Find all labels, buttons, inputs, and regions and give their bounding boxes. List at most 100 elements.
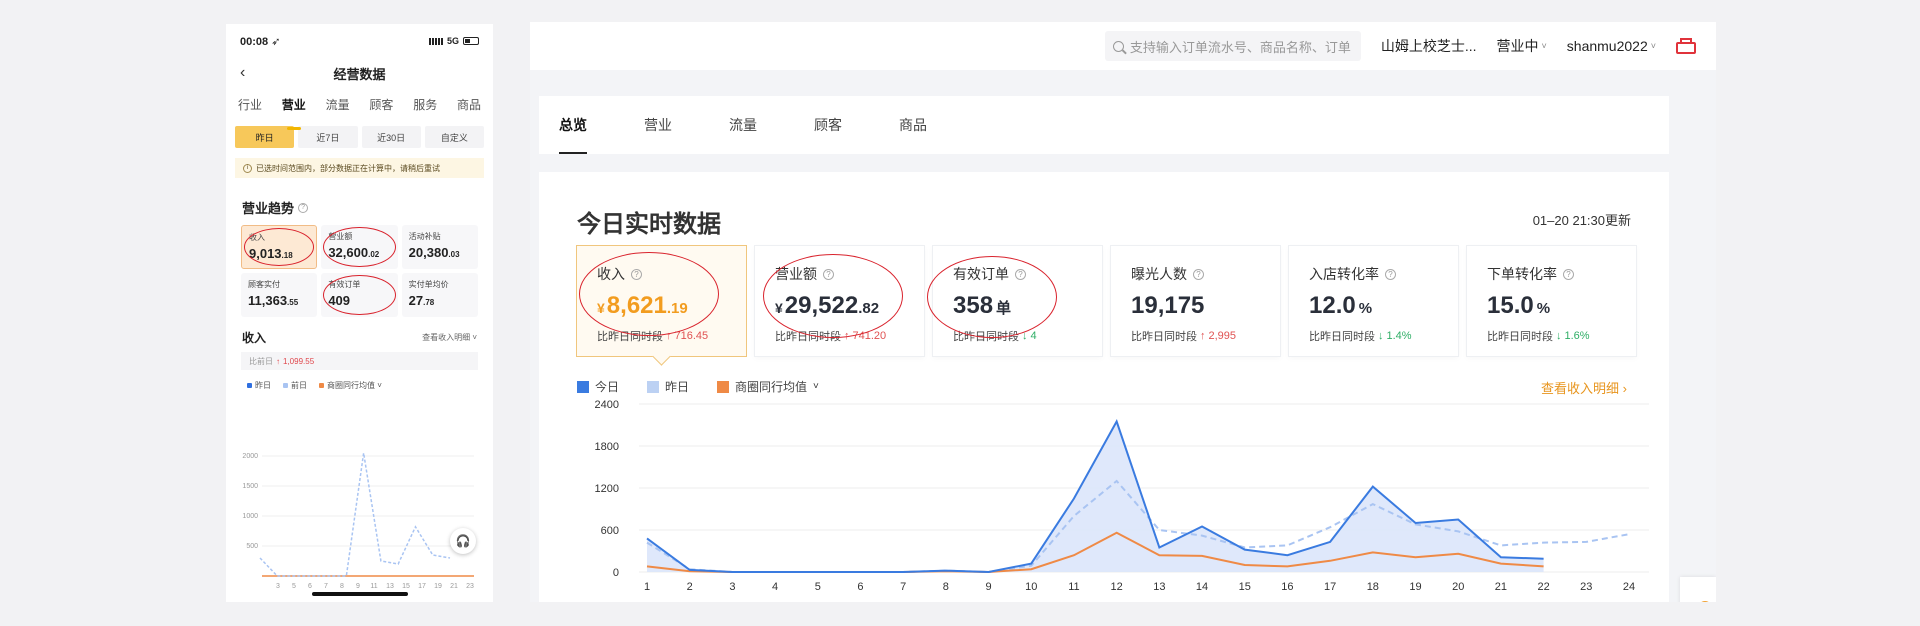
legend-peer-average[interactable]: 商圈同行均值 ˅ <box>319 380 382 391</box>
phone-screen: 00:08 ➶ 5G ‹ 经营数据 行业 营业 流量 顾客 服务 商品 昨日 近… <box>226 24 493 602</box>
metric-card-valid-orders[interactable]: 有效订单 409 <box>321 273 398 317</box>
y-tick-label: 2000 <box>242 453 258 460</box>
chevron-down-icon: ˅ <box>1541 41 1547 51</box>
tab-traffic[interactable]: 流量 <box>326 96 350 122</box>
x-tick-label: 6 <box>308 583 312 590</box>
red-circle-annotation <box>323 275 396 315</box>
metric-card-avg-price[interactable]: 实付单均价 27.78 <box>401 273 478 317</box>
tab-business[interactable]: 营业 <box>282 96 306 130</box>
main-tabs: 总览 营业 流量 顾客 商品 <box>539 96 1669 154</box>
search-icon <box>1112 40 1124 52</box>
metric-card-turnover[interactable]: 营业额 32,600.02 <box>321 225 398 269</box>
series-line-day-before <box>259 452 451 577</box>
metric-card-exposure[interactable]: 曝光人数? 19,175 比昨日同时段 ↑ 2,995 <box>1111 246 1280 356</box>
x-tick-label: 14 <box>1196 581 1208 593</box>
metric-card-order-conversion[interactable]: 下单转化率? 15.0% 比昨日同时段 ↓ 1.6% <box>1467 246 1636 356</box>
x-tick-label: 7 <box>900 581 906 593</box>
x-tick-label: 7 <box>324 583 328 590</box>
x-tick-label: 19 <box>1409 581 1421 593</box>
customer-service-icon[interactable]: 🎧 <box>450 528 476 554</box>
range-custom[interactable]: 自定义 <box>424 126 484 148</box>
x-tick-label: 3 <box>276 583 280 590</box>
trend-title: 营业趋势 <box>242 201 295 216</box>
range-7-days[interactable]: 近7日 <box>298 126 358 148</box>
date-range-selector: 昨日 近7日 近30日 自定义 <box>226 122 493 152</box>
panel-title: 今日实时数据 <box>577 211 721 238</box>
range-yesterday[interactable]: 昨日 <box>235 126 295 148</box>
legend-yesterday[interactable]: 昨日 <box>247 380 271 391</box>
x-tick-label: 8 <box>340 583 344 590</box>
x-tick-label: 5 <box>815 581 821 593</box>
back-arrow-icon[interactable]: ‹ <box>240 64 245 82</box>
tab-customers[interactable]: 顾客 <box>369 96 393 122</box>
tab-customers[interactable]: 顾客 <box>814 96 899 154</box>
x-tick-label: 16 <box>1281 581 1293 593</box>
printer-icon[interactable] <box>1676 38 1696 54</box>
legend-today[interactable]: 今日 <box>577 378 619 395</box>
range-30-days[interactable]: 近30日 <box>361 126 421 148</box>
network-label: 5G <box>446 36 459 46</box>
page-title: 经营数据 <box>333 66 386 82</box>
legend-day-before[interactable]: 前日 <box>283 380 307 391</box>
legend-peer-average[interactable]: 商圈同行均值 ˅ <box>717 378 819 395</box>
red-circle-annotation <box>579 252 719 336</box>
phone-income-chart: 500 1000 1500 2000 3 5 6 7 8 9 11 13 15 17 19 21 23 <box>242 452 474 590</box>
metric-card-income[interactable]: 收入? ¥8,621.19 比昨日同时段 ↑ 716.45 <box>577 246 746 356</box>
x-tick-label: 13 <box>386 583 394 590</box>
metric-cards: 收入? ¥8,621.19 比昨日同时段 ↑ 716.45 营业额? ¥29,522… <box>577 246 1636 356</box>
tab-business[interactable]: 营业 <box>644 96 729 154</box>
legend-yesterday[interactable]: 昨日 <box>647 378 689 395</box>
x-tick-label: 21 <box>450 583 458 590</box>
red-circle-annotation <box>244 228 315 266</box>
tab-service[interactable]: 服务 <box>413 96 437 122</box>
tab-products[interactable]: 商品 <box>899 96 984 154</box>
tab-overview[interactable]: 总览 <box>559 96 644 154</box>
down-arrow-icon: ↓ <box>1378 330 1384 342</box>
x-tick-label: 4 <box>772 581 778 593</box>
chevron-down-icon: ˅ <box>813 381 819 392</box>
floating-helper-button[interactable] <box>1680 577 1716 602</box>
metric-card-turnover[interactable]: 营业额? ¥29,522.82 比昨日同时段 ↑ 741.20 <box>755 246 924 356</box>
income-detail-link[interactable]: 查看收入明细 ˅ <box>422 332 477 343</box>
store-name[interactable]: 山姆上校芝士... <box>1381 36 1477 56</box>
business-trend-section: 营业趋势 ? 收入 9,013.18 营业额 32,600.02 活动补贴 20… <box>235 184 484 391</box>
help-icon[interactable]: ? <box>1385 268 1396 280</box>
y-tick-label: 2400 <box>595 399 619 411</box>
x-tick-label: 19 <box>434 583 442 590</box>
help-icon[interactable]: ? <box>1563 268 1574 280</box>
chart-legend: 今日 昨日 商圈同行均值 ˅ <box>577 378 819 395</box>
x-tick-label: 3 <box>729 581 735 593</box>
business-status-dropdown[interactable]: 营业中 ˅ <box>1497 36 1547 56</box>
metric-card-customer-paid[interactable]: 顾客实付 11,363.55 <box>241 273 318 317</box>
signal-icon <box>428 37 443 45</box>
tab-industry[interactable]: 行业 <box>238 96 262 122</box>
x-tick-label: 11 <box>370 583 377 590</box>
x-tick-label: 1 <box>644 581 650 593</box>
up-arrow-icon: ↑ <box>1200 330 1206 342</box>
metric-card-visit-conversion[interactable]: 入店转化率? 12.0% 比昨日同时段 ↓ 1.4% <box>1289 246 1458 356</box>
help-icon[interactable]: ? <box>1193 268 1204 280</box>
metric-card-income[interactable]: 收入 9,013.18 <box>241 225 318 269</box>
realtime-panel: 今日实时数据 01–20 21:30更新 收入? ¥8,621.19 比昨日同时… <box>539 172 1669 602</box>
x-tick-label: 18 <box>1367 581 1379 593</box>
user-menu[interactable]: shanmu2022 ˅ <box>1567 38 1656 54</box>
help-icon[interactable]: ? <box>298 202 309 213</box>
red-circle-annotation <box>763 254 903 338</box>
update-time: 01–20 21:30更新 <box>1532 213 1631 228</box>
calculating-notice: i 已选时间范围内，部分数据正在计算中，请稍后重试 <box>235 158 484 178</box>
tab-products[interactable]: 商品 <box>457 96 481 122</box>
x-tick-label: 22 <box>1537 581 1549 593</box>
y-tick-label: 1000 <box>242 513 258 520</box>
chevron-down-icon: ˅ <box>1650 41 1656 51</box>
notice-text: 已选时间范围内，部分数据正在计算中，请稍后重试 <box>256 163 440 173</box>
x-tick-label: 20 <box>1452 581 1464 593</box>
battery-icon <box>463 37 479 45</box>
metric-card-subsidy[interactable]: 活动补贴 20,380.03 <box>401 225 478 269</box>
red-circle-annotation <box>927 256 1057 338</box>
x-tick-label: 17 <box>418 583 426 590</box>
order-search-input[interactable]: 支持输入订单流水号、商品名称、订单 <box>1104 31 1361 61</box>
y-tick-label: 1200 <box>595 483 619 495</box>
x-tick-label: 23 <box>1580 581 1592 593</box>
metric-card-valid-orders[interactable]: 有效订单? 358 单 比昨日同时段 ↓ 4 <box>927 246 1102 356</box>
tab-traffic[interactable]: 流量 <box>729 96 814 154</box>
